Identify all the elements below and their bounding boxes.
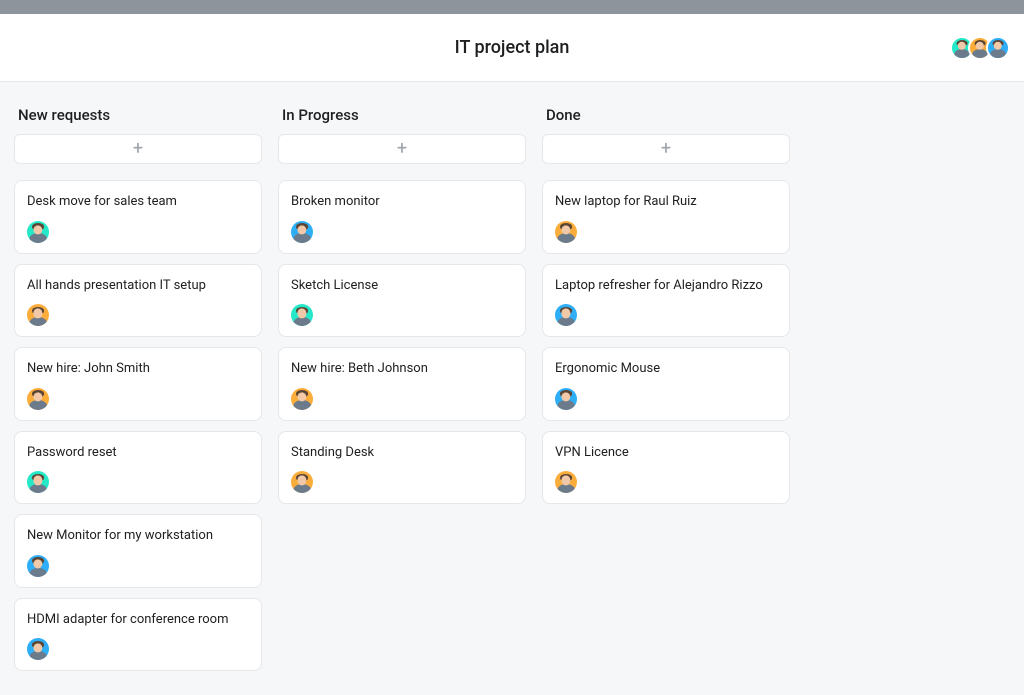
task-card[interactable]: Sketch License <box>278 264 526 338</box>
column-title: New requests <box>14 102 262 134</box>
column-title: Done <box>542 102 790 134</box>
assignee-avatar <box>27 638 49 660</box>
task-card[interactable]: Broken monitor <box>278 180 526 254</box>
task-title: Ergonomic Mouse <box>555 360 777 378</box>
column-in-progress: In Progress + Broken monitor Sketch License… <box>278 102 526 681</box>
assignee-avatar <box>27 304 49 326</box>
task-card[interactable]: New hire: Beth Johnson <box>278 347 526 421</box>
task-card[interactable]: Ergonomic Mouse <box>542 347 790 421</box>
assignee-avatar <box>555 304 577 326</box>
plus-icon: + <box>661 140 671 158</box>
task-card[interactable]: Standing Desk <box>278 431 526 505</box>
column-title: In Progress <box>278 102 526 134</box>
column-new-requests: New requests + Desk move for sales team All… <box>14 102 262 681</box>
assignee-avatar <box>555 221 577 243</box>
task-title: Desk move for sales team <box>27 193 249 211</box>
task-card[interactable]: Desk move for sales team <box>14 180 262 254</box>
assignee-avatar <box>27 221 49 243</box>
add-card-button[interactable]: + <box>278 134 526 164</box>
task-title: Sketch License <box>291 277 513 295</box>
project-members[interactable] <box>956 36 1024 60</box>
task-card[interactable]: HDMI adapter for conference room <box>14 598 262 672</box>
plus-icon: + <box>397 140 407 158</box>
project-title: IT project plan <box>455 37 570 58</box>
window-chrome-strip <box>0 0 1024 14</box>
assignee-avatar <box>291 471 313 493</box>
task-title: All hands presentation IT setup <box>27 277 249 295</box>
add-card-button[interactable]: + <box>542 134 790 164</box>
task-card[interactable]: All hands presentation IT setup <box>14 264 262 338</box>
assignee-avatar <box>555 388 577 410</box>
task-card[interactable]: Password reset <box>14 431 262 505</box>
task-title: Password reset <box>27 444 249 462</box>
task-card[interactable]: New Monitor for my workstation <box>14 514 262 588</box>
assignee-avatar <box>27 388 49 410</box>
task-title: New laptop for Raul Ruiz <box>555 193 777 211</box>
task-title: HDMI adapter for conference room <box>27 611 249 629</box>
task-card[interactable]: New laptop for Raul Ruiz <box>542 180 790 254</box>
column-done: Done + New laptop for Raul Ruiz Laptop refr… <box>542 102 790 681</box>
kanban-board: New requests + Desk move for sales team All… <box>0 82 1024 695</box>
task-title: Standing Desk <box>291 444 513 462</box>
task-title: Laptop refresher for Alejandro Rizzo <box>555 277 777 295</box>
task-title: New Monitor for my workstation <box>27 527 249 545</box>
task-title: New hire: John Smith <box>27 360 249 378</box>
task-title: VPN Licence <box>555 444 777 462</box>
task-title: Broken monitor <box>291 193 513 211</box>
assignee-avatar <box>291 304 313 326</box>
add-card-button[interactable]: + <box>14 134 262 164</box>
assignee-avatar <box>291 388 313 410</box>
task-card[interactable]: Laptop refresher for Alejandro Rizzo <box>542 264 790 338</box>
assignee-avatar <box>555 471 577 493</box>
task-title: New hire: Beth Johnson <box>291 360 513 378</box>
plus-icon: + <box>133 140 143 158</box>
task-card[interactable]: VPN Licence <box>542 431 790 505</box>
project-header: IT project plan <box>0 14 1024 82</box>
assignee-avatar <box>27 471 49 493</box>
assignee-avatar <box>291 221 313 243</box>
member-avatar[interactable] <box>986 36 1010 60</box>
task-card[interactable]: New hire: John Smith <box>14 347 262 421</box>
assignee-avatar <box>27 555 49 577</box>
